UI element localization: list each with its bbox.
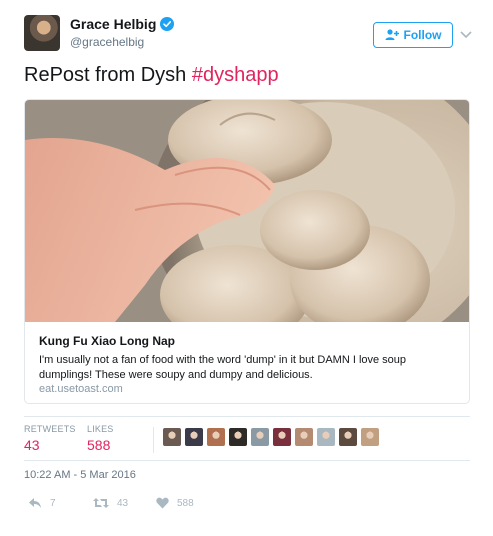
liker-avatar[interactable] <box>207 428 225 446</box>
retweet-button[interactable]: 43 <box>93 497 128 509</box>
stats-separator <box>153 427 154 453</box>
liker-avatar[interactable] <box>295 428 313 446</box>
retweet-count: 43 <box>117 497 129 509</box>
card-url[interactable]: eat.usetoast.com <box>39 383 123 395</box>
retweet-icon <box>93 498 109 508</box>
liker-avatar[interactable] <box>361 428 379 446</box>
heart-icon <box>156 497 169 509</box>
liker-avatar[interactable] <box>185 428 203 446</box>
likes-label: LIKES <box>87 424 114 434</box>
liker-avatar[interactable] <box>339 428 357 446</box>
follow-button[interactable]: Follow <box>373 22 453 48</box>
tweet-text-body: RePost from Dysh <box>24 64 192 86</box>
card-title: Kung Fu Xiao Long Nap <box>39 334 175 348</box>
liker-avatar[interactable] <box>251 428 269 446</box>
divider <box>24 416 470 417</box>
tweet-text: RePost from Dysh #dyshapp <box>24 64 279 87</box>
retweets-count[interactable]: 43 <box>24 437 40 453</box>
liker-avatars <box>163 428 379 446</box>
card-description: I'm usually not a fan of food with the w… <box>39 354 407 381</box>
likes-count[interactable]: 588 <box>87 437 110 453</box>
liker-avatar[interactable] <box>163 428 181 446</box>
like-count: 588 <box>177 497 194 509</box>
user-handle[interactable]: @gracehelbig <box>70 35 144 49</box>
reply-icon <box>29 498 41 508</box>
divider <box>24 460 470 461</box>
verified-badge-icon <box>160 17 175 31</box>
link-card[interactable]: Kung Fu Xiao Long Nap I'm usually not a … <box>24 99 470 404</box>
user-name-row[interactable]: Grace Helbig <box>70 16 175 32</box>
chevron-down-icon[interactable] <box>459 30 473 40</box>
retweets-label: RETWEETS <box>24 424 76 434</box>
add-user-icon <box>385 29 399 40</box>
avatar[interactable] <box>24 15 60 51</box>
reply-button[interactable]: 7 <box>28 497 56 509</box>
hashtag-link[interactable]: #dyshapp <box>192 64 279 86</box>
follow-button-label: Follow <box>403 28 442 42</box>
liker-avatar[interactable] <box>273 428 291 446</box>
tweet-timestamp[interactable]: 10:22 AM - 5 Mar 2016 <box>24 469 136 481</box>
liker-avatar[interactable] <box>229 428 247 446</box>
like-button[interactable]: 588 <box>156 497 194 509</box>
reply-count: 7 <box>50 497 56 509</box>
card-image <box>25 100 469 322</box>
liker-avatar[interactable] <box>317 428 335 446</box>
display-name[interactable]: Grace Helbig <box>70 16 156 32</box>
